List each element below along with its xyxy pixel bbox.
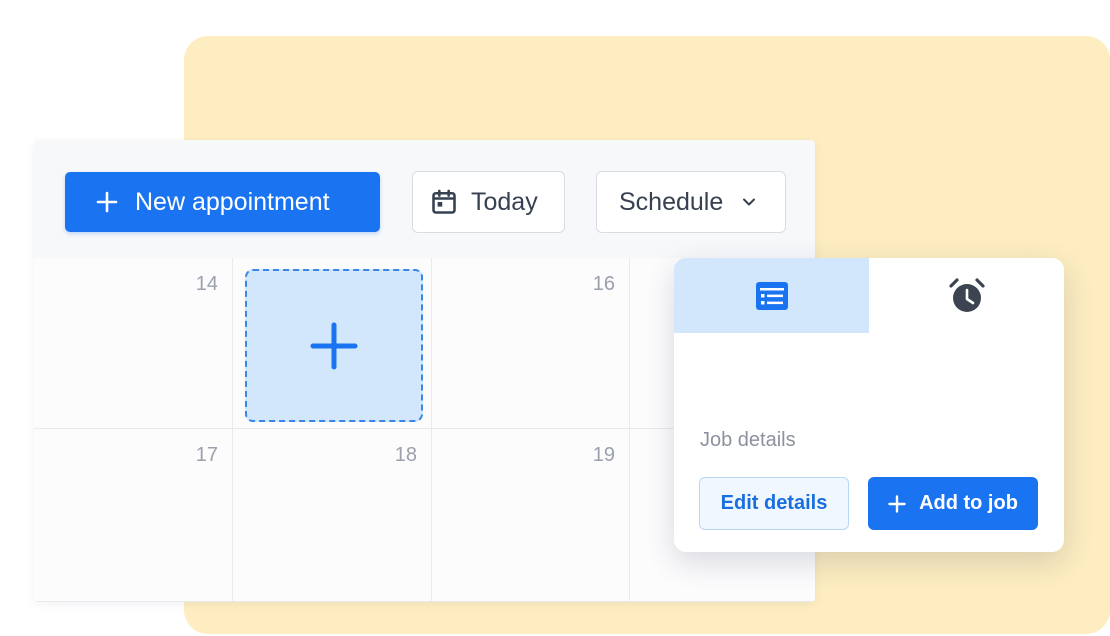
alarm-clock-icon (948, 277, 985, 312)
schedule-label: Schedule (619, 187, 724, 216)
day-number: 19 (592, 444, 615, 466)
today-label: Today (471, 187, 538, 216)
day-number: 14 (195, 273, 218, 295)
day-cell[interactable]: 18 (233, 429, 432, 602)
day-cell[interactable]: 14 (34, 258, 233, 429)
plus-icon (310, 322, 358, 369)
chevron-down-icon (743, 198, 756, 206)
day-number: 18 (394, 444, 417, 466)
plus-icon (96, 191, 118, 213)
day-number: 17 (195, 444, 218, 466)
new-appointment-button[interactable]: New appointment (65, 172, 380, 232)
plus-icon (888, 494, 906, 513)
tab-details[interactable] (674, 258, 869, 333)
new-appointment-slot[interactable] (245, 269, 423, 422)
day-number: 16 (592, 273, 615, 295)
tab-reminder[interactable] (869, 258, 1064, 333)
add-to-job-label: Add to job (919, 492, 1018, 514)
details-list-icon (755, 281, 788, 310)
popup-tabs (674, 258, 1064, 333)
calendar-toolbar: New appointment Today Schedule (34, 140, 815, 258)
day-cell[interactable]: 19 (432, 429, 630, 602)
edit-details-button[interactable]: Edit details (699, 477, 849, 530)
today-button[interactable]: Today (412, 171, 565, 233)
new-appointment-label: New appointment (135, 187, 330, 216)
add-to-job-button[interactable]: Add to job (868, 477, 1038, 530)
schedule-dropdown[interactable]: Schedule (596, 171, 786, 233)
calendar-icon (432, 189, 456, 214)
job-details-label: Job details (700, 429, 796, 451)
job-popup: Job details Edit details Add to job (674, 258, 1064, 552)
day-cell[interactable]: 16 (432, 258, 630, 429)
day-cell[interactable]: 17 (34, 429, 233, 602)
